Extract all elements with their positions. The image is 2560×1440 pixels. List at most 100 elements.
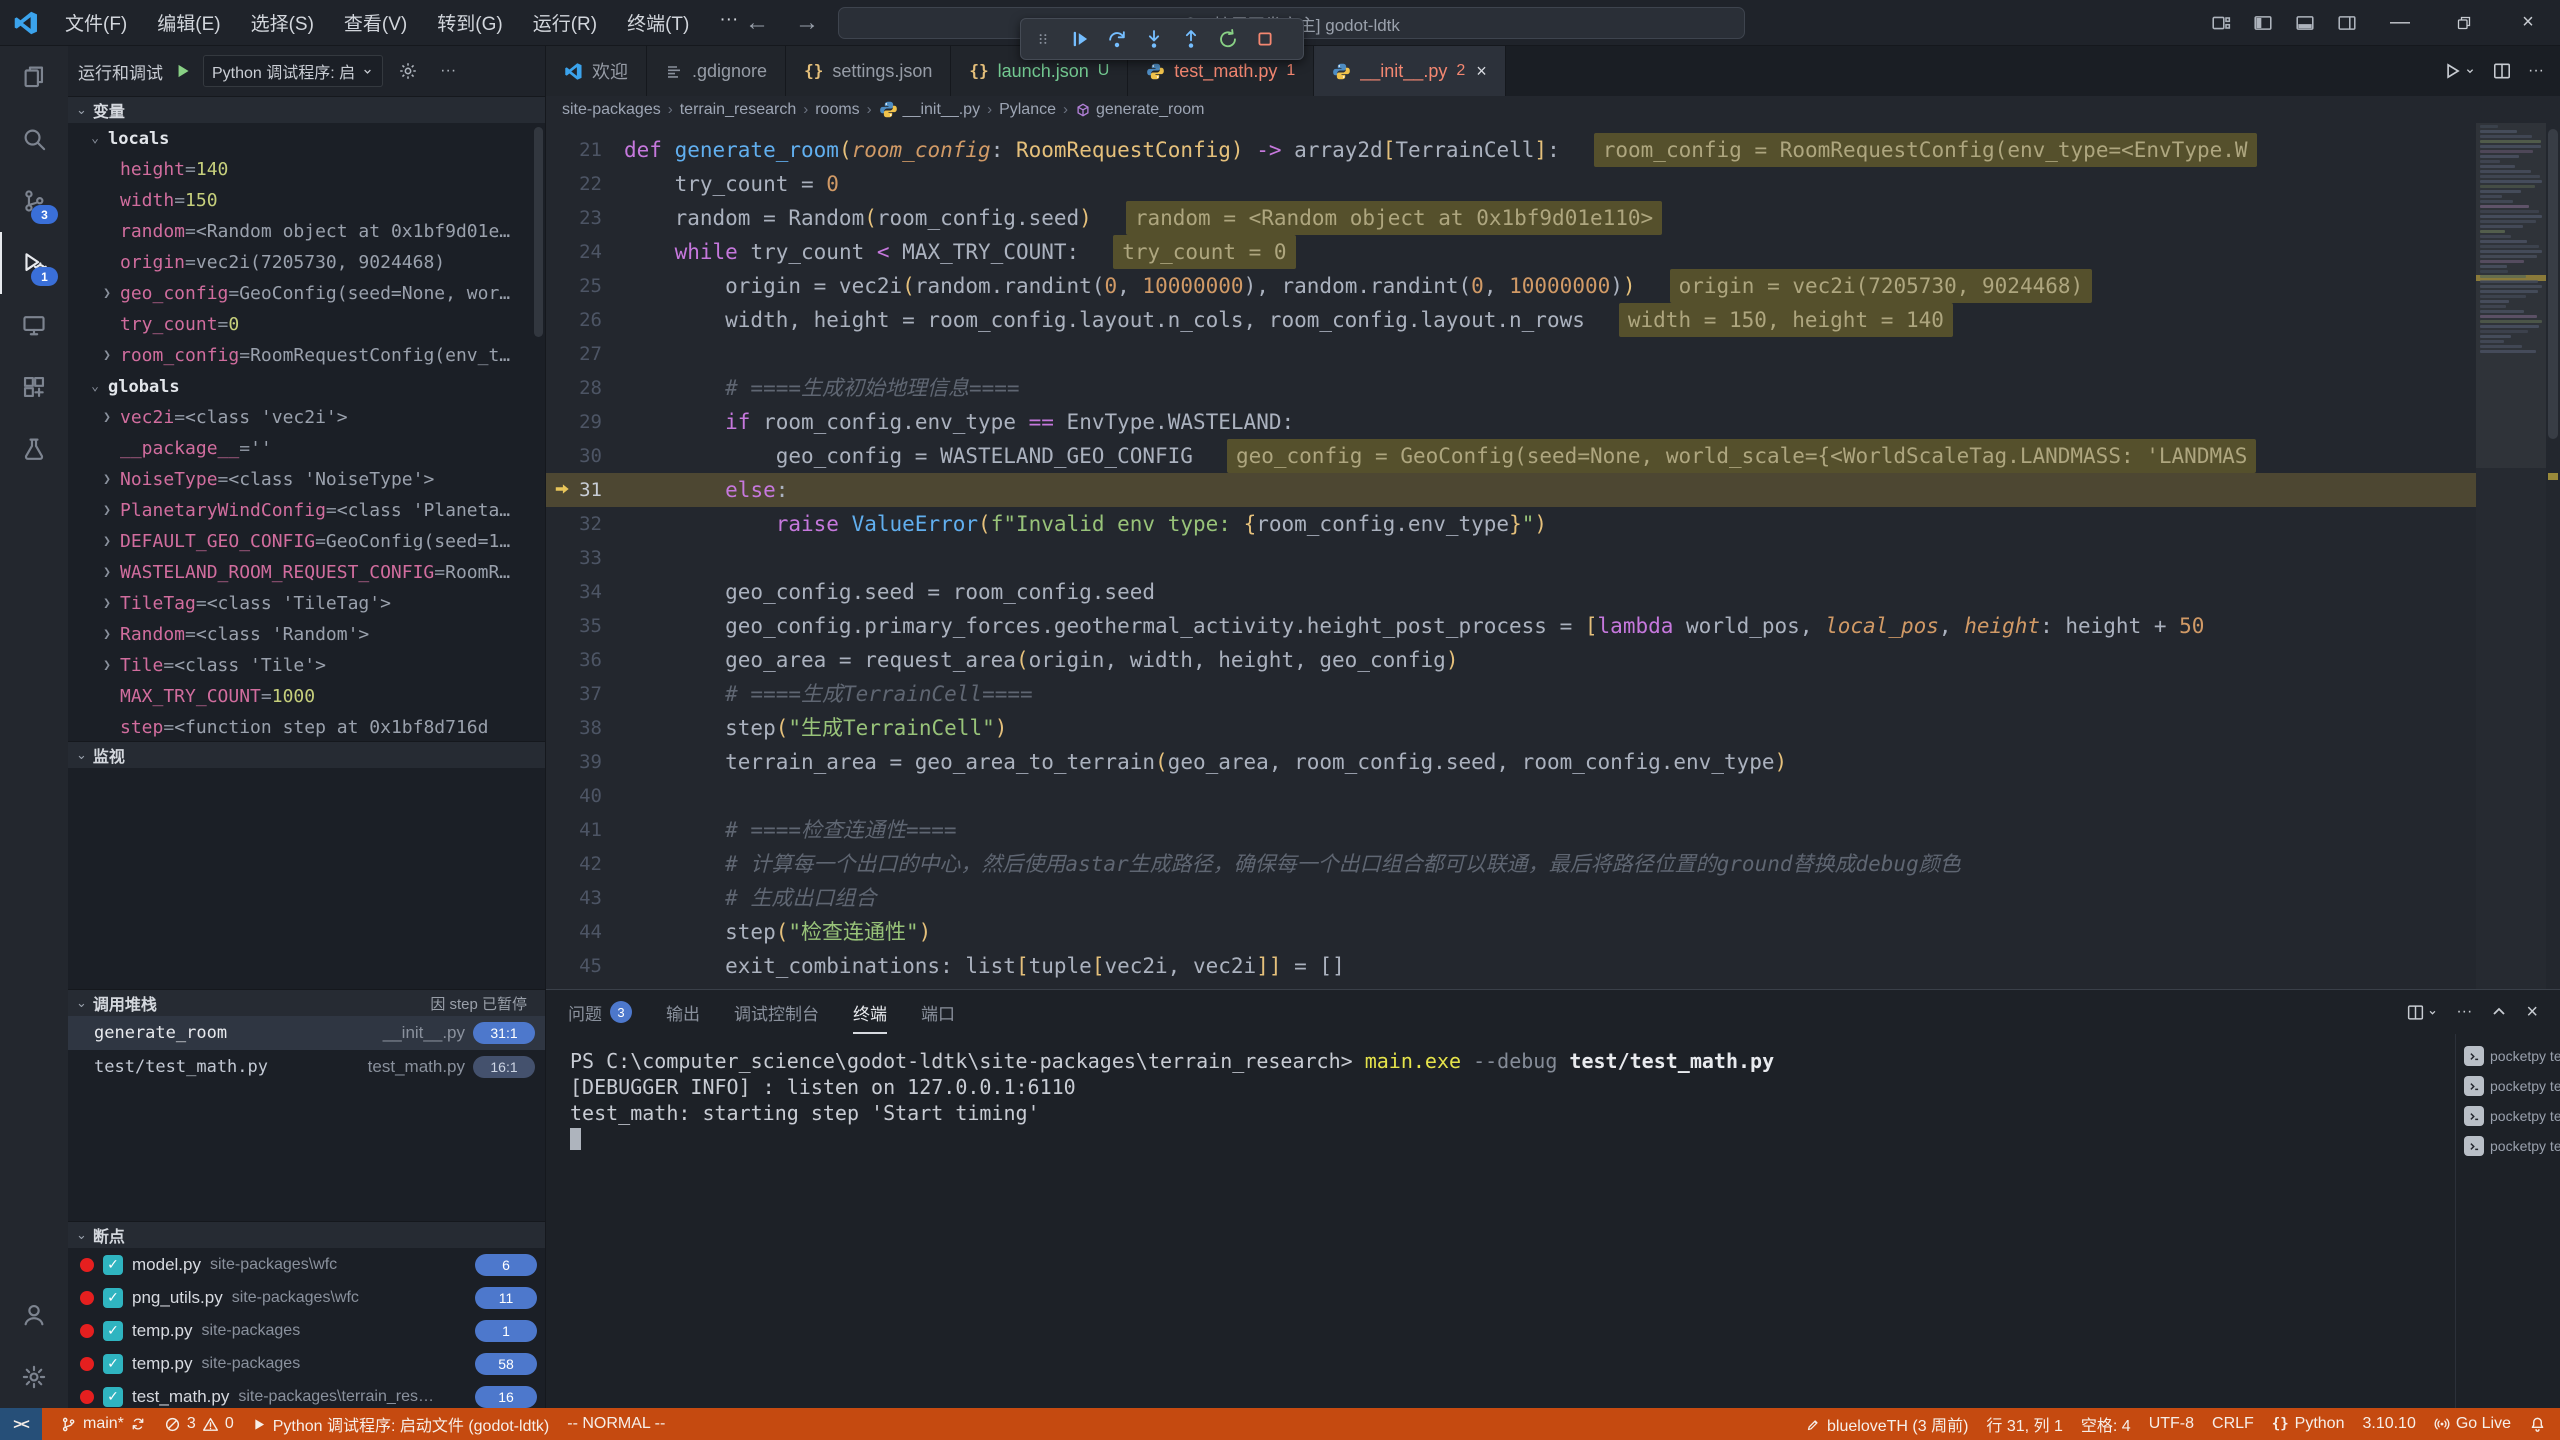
- maximize-panel-icon[interactable]: [2490, 1003, 2508, 1021]
- terminal-list-item[interactable]: pocketpy te…: [2456, 1044, 2560, 1068]
- variable-row[interactable]: height = 140: [68, 154, 545, 185]
- code-line[interactable]: 26 width, height = room_config.layout.n_…: [546, 303, 2476, 337]
- panel-tab-输出[interactable]: 输出: [666, 990, 700, 1034]
- activity-item-run-and-debug[interactable]: 1: [0, 232, 68, 294]
- menu-item[interactable]: 编辑(E): [144, 3, 233, 42]
- code-line[interactable]: 37 # ====生成TerrainCell====: [546, 677, 2476, 711]
- toggle-secondary-sidebar-icon[interactable]: [2326, 0, 2368, 45]
- toggle-panel-icon[interactable]: [2284, 0, 2326, 45]
- activity-item-search[interactable]: [0, 108, 68, 170]
- breakpoint-checkbox[interactable]: ✓: [103, 1321, 123, 1341]
- variable-row[interactable]: ❯room_config = RoomRequestConfig(env_t…: [68, 340, 545, 371]
- variable-row[interactable]: MAX_TRY_COUNT = 1000: [68, 681, 545, 712]
- stack-frame[interactable]: test/test_math.pytest_math.py16:1: [68, 1050, 545, 1084]
- remote-indicator[interactable]: ><: [0, 1408, 42, 1440]
- step-over-button[interactable]: [1100, 23, 1134, 55]
- variable-row[interactable]: random = <Random object at 0x1bf9d01e…: [68, 216, 545, 247]
- activity-item-source-control[interactable]: 3: [0, 170, 68, 232]
- variable-row[interactable]: ❯vec2i = <class 'vec2i'>: [68, 402, 545, 433]
- window-close-button[interactable]: ×: [2496, 0, 2560, 45]
- code-line[interactable]: 33: [546, 541, 2476, 575]
- code-line[interactable]: 28 # ====生成初始地理信息====: [546, 371, 2476, 405]
- code-line[interactable]: 39 terrain_area = geo_area_to_terrain(ge…: [546, 745, 2476, 779]
- code-line[interactable]: 29 if room_config.env_type == EnvType.WA…: [546, 405, 2476, 439]
- call-stack-section-header[interactable]: ⌄ 调用堆栈 因 step 已暂停: [68, 989, 545, 1016]
- tab-close-icon[interactable]: ×: [1476, 61, 1487, 82]
- breakpoint-row[interactable]: ✓temp.pysite-packages58: [68, 1347, 545, 1380]
- eol[interactable]: CRLF: [2212, 1408, 2254, 1440]
- code-line[interactable]: 20: [546, 123, 2476, 133]
- code-line[interactable]: 32 raise ValueError(f"Invalid env type: …: [546, 507, 2476, 541]
- code-line[interactable]: 45 exit_combinations: list[tuple[vec2i, …: [546, 949, 2476, 983]
- panel-tab-端口[interactable]: 端口: [921, 990, 955, 1034]
- menu-item[interactable]: 终端(T): [614, 3, 702, 42]
- variable-row[interactable]: step = <function step at 0x1bf8d716d: [68, 712, 545, 741]
- window-minimize-button[interactable]: —: [2368, 0, 2432, 45]
- split-editor-icon[interactable]: [2492, 61, 2512, 81]
- go-live[interactable]: Go Live: [2434, 1408, 2511, 1440]
- tab-.gdignore[interactable]: .gdignore: [647, 46, 786, 96]
- gitlens-author[interactable]: blueloveTH (3 周前): [1806, 1408, 1968, 1440]
- breakpoint-row[interactable]: ✓model.pysite-packages\wfc6: [68, 1248, 545, 1281]
- customize-layout-icon[interactable]: [2200, 0, 2242, 45]
- code-line[interactable]: 23 random = Random(room_config.seed)rand…: [546, 201, 2476, 235]
- editor-scrollbar[interactable]: [2546, 123, 2560, 989]
- breadcrumb-item[interactable]: Pylance: [999, 101, 1056, 119]
- code-line[interactable]: 43 # 生成出口组合: [546, 881, 2476, 915]
- terminal-list-item[interactable]: pocketpy te…: [2456, 1134, 2560, 1158]
- variable-row[interactable]: ❯TileTag = <class 'TileTag'>: [68, 588, 545, 619]
- window-restore-button[interactable]: [2432, 0, 2496, 45]
- code-line[interactable]: 27: [546, 337, 2476, 371]
- terminal[interactable]: PS C:\computer_science\godot-ldtk\site-p…: [546, 1034, 2455, 1408]
- encoding[interactable]: UTF-8: [2149, 1408, 2194, 1440]
- breadcrumb-item[interactable]: __init__.py: [879, 100, 980, 119]
- variable-row[interactable]: ❯geo_config = GeoConfig(seed=None, wor…: [68, 278, 545, 309]
- vim-mode[interactable]: -- NORMAL --: [567, 1408, 665, 1440]
- debug-settings-gear-icon[interactable]: [393, 56, 423, 86]
- activity-item-extensions[interactable]: [0, 356, 68, 418]
- code-editor[interactable]: 2021def generate_room(room_config: RoomR…: [546, 123, 2560, 989]
- cursor-position[interactable]: 行 31, 列 1: [1986, 1408, 2062, 1440]
- toggle-sidebar-icon[interactable]: [2242, 0, 2284, 45]
- menu-item[interactable]: 选择(S): [238, 3, 327, 42]
- breakpoint-row[interactable]: ✓test_math.pysite-packages\terrain_res…1…: [68, 1380, 545, 1408]
- variables-section-header[interactable]: ⌄ 变量: [68, 96, 545, 123]
- nav-back-icon[interactable]: ←: [745, 9, 769, 37]
- language-mode[interactable]: {}Python: [2272, 1408, 2345, 1440]
- panel-more-actions-icon[interactable]: ···: [2456, 1003, 2472, 1021]
- code-line[interactable]: 38 step("生成TerrainCell"): [546, 711, 2476, 745]
- breakpoint-checkbox[interactable]: ✓: [103, 1387, 123, 1407]
- tab-__init__.py[interactable]: __init__.py2×: [1314, 46, 1506, 96]
- debug-config-dropdown[interactable]: Python 调试程序: 启: [203, 55, 383, 87]
- variable-row[interactable]: __package__ = '': [68, 433, 545, 464]
- panel-tab-终端[interactable]: 终端: [853, 990, 887, 1034]
- code-line[interactable]: 30 geo_config = WASTELAND_GEO_CONFIGgeo_…: [546, 439, 2476, 473]
- git-branch[interactable]: main*: [60, 1408, 146, 1440]
- editor-scrollbar-thumb[interactable]: [2548, 129, 2558, 439]
- editor-more-actions-icon[interactable]: ···: [2528, 62, 2544, 80]
- variable-row[interactable]: ❯NoiseType = <class 'NoiseType'>: [68, 464, 545, 495]
- stop-button[interactable]: [1248, 23, 1282, 55]
- variable-group[interactable]: ⌄globals: [68, 371, 545, 402]
- breadcrumb-item[interactable]: site-packages: [562, 101, 661, 119]
- breakpoint-row[interactable]: ✓png_utils.pysite-packages\wfc11: [68, 1281, 545, 1314]
- variable-row[interactable]: try_count = 0: [68, 309, 545, 340]
- activity-item-accounts[interactable]: [0, 1284, 68, 1346]
- breakpoint-checkbox[interactable]: ✓: [103, 1354, 123, 1374]
- variable-row[interactable]: ❯Tile = <class 'Tile'>: [68, 650, 545, 681]
- activity-item-testing[interactable]: [0, 418, 68, 480]
- notifications[interactable]: [2529, 1408, 2546, 1440]
- breadcrumb-item[interactable]: generate_room: [1075, 101, 1205, 119]
- breakpoint-checkbox[interactable]: ✓: [103, 1288, 123, 1308]
- terminal-views-icon[interactable]: [2406, 1003, 2438, 1022]
- variable-row[interactable]: ❯PlanetaryWindConfig = <class 'Planeta…: [68, 495, 545, 526]
- code-line[interactable]: 40: [546, 779, 2476, 813]
- panel-tab-问题[interactable]: 问题3: [568, 990, 632, 1034]
- step-out-button[interactable]: [1174, 23, 1208, 55]
- code-line[interactable]: 31 else:: [546, 473, 2476, 507]
- variable-row[interactable]: ❯Random = <class 'Random'>: [68, 619, 545, 650]
- activity-item-settings[interactable]: [0, 1346, 68, 1408]
- watch-section-header[interactable]: ⌄ 监视: [68, 741, 545, 768]
- tab-欢迎[interactable]: 欢迎: [546, 46, 647, 96]
- debug-session[interactable]: Python 调试程序: 启动文件 (godot-ldtk): [252, 1408, 550, 1440]
